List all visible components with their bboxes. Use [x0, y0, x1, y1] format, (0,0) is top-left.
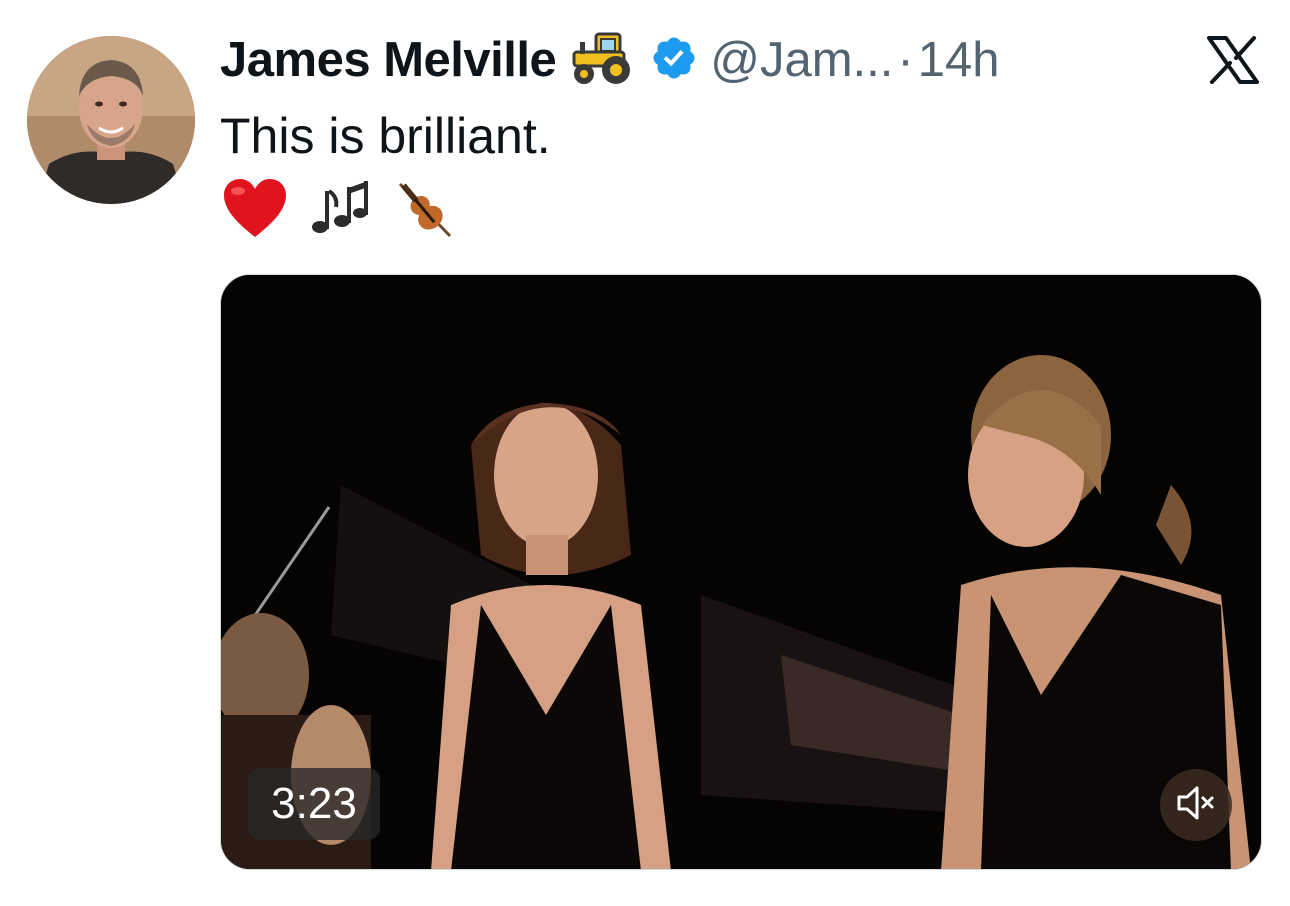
timestamp[interactable]: 14h — [918, 32, 1000, 88]
mute-button[interactable] — [1160, 769, 1232, 841]
video-duration-badge: 3:23 — [248, 768, 380, 840]
author-handle[interactable]: @Jam... — [710, 32, 893, 88]
tweet-header: James Melville @Jam... · 14h — [220, 28, 999, 92]
author-display-name[interactable]: James Melville — [220, 32, 557, 88]
speaker-muted-icon — [1176, 785, 1216, 826]
avatar[interactable] — [27, 36, 195, 204]
separator-dot: · — [897, 33, 914, 87]
emoji-row — [222, 176, 456, 245]
verified-badge-icon[interactable] — [650, 34, 698, 87]
violin-icon — [392, 176, 456, 245]
musical-notes-icon — [308, 177, 372, 244]
tractor-icon — [570, 28, 636, 93]
red-heart-icon — [222, 177, 288, 244]
x-logo-icon — [1207, 36, 1259, 84]
tweet-text: This is brilliant. — [220, 108, 551, 164]
tweet: James Melville @Jam... · 14h This is bri… — [0, 0, 1290, 906]
